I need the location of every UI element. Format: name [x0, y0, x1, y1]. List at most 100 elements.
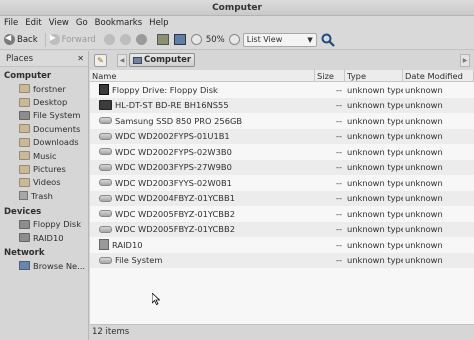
file-name-cell: RAID10: [90, 239, 315, 251]
file-type: unknown type: [347, 193, 403, 204]
file-name: Samsung SSD 850 PRO 256GB: [115, 115, 243, 126]
sidebar-item[interactable]: forstner: [0, 82, 88, 95]
file-type: unknown type: [347, 224, 403, 235]
file-name-cell: WDC WD2005FBYZ-01YCBB2: [90, 209, 315, 219]
file-type: unknown type: [347, 100, 403, 111]
path-scroll-right-icon[interactable]: ▶: [460, 53, 470, 67]
file-name: Floppy Drive: Floppy Disk: [112, 84, 218, 95]
sidebar-item-label: forstner: [33, 83, 66, 94]
file-row[interactable]: Floppy Drive: Floppy Disk -- unknown type u…: [90, 82, 474, 98]
zoom-out-icon[interactable]: [190, 34, 202, 45]
column-headers: Name Size Type Date Modified: [90, 70, 474, 82]
window-title: Computer: [0, 0, 474, 16]
column-size[interactable]: Size: [315, 70, 345, 81]
sidebar-item[interactable]: Desktop: [0, 95, 88, 108]
column-name[interactable]: Name: [90, 70, 315, 81]
file-date: unknown: [405, 84, 443, 95]
folder-icon: [19, 137, 30, 147]
sidebar-item[interactable]: Videos: [0, 176, 88, 189]
edit-location-button[interactable]: ✎: [94, 53, 107, 67]
column-date[interactable]: Date Modified: [403, 70, 474, 81]
file-name-cell: WDC WD2002FYPS-01U1B1: [90, 131, 315, 141]
sidebar-section-title: Network: [4, 248, 45, 259]
sidebar-item[interactable]: File System: [0, 109, 88, 122]
file-name: WDC WD2002FYPS-01U1B1: [115, 131, 230, 142]
menu-go[interactable]: Go: [76, 18, 88, 28]
file-type: unknown type: [347, 84, 403, 95]
folder-icon: [19, 124, 30, 134]
file-row[interactable]: WDC WD2003FYPS-27W9B0 -- unknown type unkno…: [90, 159, 474, 175]
menu-file[interactable]: File: [4, 18, 18, 28]
file-size: --: [336, 100, 342, 111]
up-arrow-icon[interactable]: [103, 34, 115, 45]
file-row[interactable]: Samsung SSD 850 PRO 256GB -- unknown type u…: [90, 113, 474, 129]
computer-icon[interactable]: [173, 34, 186, 45]
hdd-icon: [99, 117, 112, 125]
file-date: unknown: [405, 239, 443, 250]
file-row[interactable]: WDC WD2003FYYS-02W0B1 -- unknown type unkno…: [90, 175, 474, 191]
menu-help[interactable]: Help: [149, 18, 168, 28]
menu-bookmarks[interactable]: Bookmarks: [95, 18, 143, 28]
sidebar-item[interactable]: Floppy Disk: [0, 218, 88, 231]
sidebar-item[interactable]: Pictures: [0, 162, 88, 175]
file-date: unknown: [405, 131, 443, 142]
menu-edit[interactable]: Edit: [25, 18, 41, 28]
sidebar-item-label: File System: [33, 110, 81, 121]
raid-icon: [99, 239, 109, 251]
sidebar-item[interactable]: Documents: [0, 122, 88, 135]
file-size: --: [336, 177, 342, 188]
home-icon[interactable]: [156, 34, 169, 45]
mouse-cursor-icon: [152, 293, 160, 305]
drive-icon: [19, 233, 30, 243]
search-icon[interactable]: [321, 33, 335, 47]
sidebar-item[interactable]: Music: [0, 149, 88, 162]
file-type: unknown type: [347, 131, 403, 142]
sidebar-item[interactable]: RAID10: [0, 231, 88, 244]
stop-icon[interactable]: [119, 34, 131, 45]
file-size: --: [336, 146, 342, 157]
folder-icon: [19, 164, 30, 174]
forward-button[interactable]: ▶ Forward: [48, 32, 96, 48]
file-row[interactable]: WDC WD2002FYPS-01U1B1 -- unknown type unkno…: [90, 128, 474, 144]
file-name: RAID10: [112, 239, 143, 250]
file-row[interactable]: HL-DT-ST BD-RE BH16NS55 -- unknown type unk…: [90, 97, 474, 113]
breadcrumb[interactable]: Computer: [129, 53, 196, 67]
file-date: unknown: [405, 255, 443, 266]
file-date: unknown: [405, 115, 443, 126]
file-row[interactable]: RAID10 -- unknown type unknown: [90, 237, 474, 253]
menu-view[interactable]: View: [49, 18, 69, 28]
column-type[interactable]: Type: [345, 70, 403, 81]
optical-icon: [99, 100, 112, 111]
sidebar: Places ✕ Computer forstner Desktop File Sys…: [0, 51, 89, 340]
file-size: --: [336, 193, 342, 204]
file-type: unknown type: [347, 255, 403, 266]
file-row[interactable]: WDC WD2005FBYZ-01YCBB2 -- unknown type unkn…: [90, 206, 474, 222]
path-bar: ✎ ◀ Computer ▶: [90, 51, 474, 69]
hdd-icon: [99, 179, 112, 187]
path-scroll-left-icon[interactable]: ◀: [117, 53, 127, 67]
sidebar-item-label: Videos: [33, 177, 61, 188]
sidebar-item[interactable]: Downloads: [0, 136, 88, 149]
net-icon: [19, 261, 30, 271]
view-mode-select[interactable]: List View ▼: [242, 32, 317, 47]
drive-icon: [19, 219, 30, 229]
file-row[interactable]: File System -- unknown type unknown: [90, 252, 474, 268]
trash-icon: [19, 191, 28, 201]
sidebar-item[interactable]: Browse Ne...: [0, 259, 88, 272]
file-row[interactable]: WDC WD2005FBYZ-01YCBB2 -- unknown type unkn…: [90, 221, 474, 237]
zoom-level: 50%: [205, 34, 225, 45]
computer-icon: [133, 56, 142, 64]
close-icon[interactable]: ✕: [77, 54, 84, 63]
back-button[interactable]: ◀ Back: [4, 32, 38, 48]
file-type: unknown type: [347, 146, 403, 157]
sidebar-section-title: Devices: [4, 206, 42, 217]
file-size: --: [336, 255, 342, 266]
zoom-in-icon[interactable]: [228, 34, 240, 45]
reload-icon[interactable]: [135, 34, 147, 45]
sidebar-item[interactable]: Trash: [0, 189, 88, 202]
file-size: --: [336, 239, 342, 250]
file-row[interactable]: WDC WD2002FYPS-02W3B0 -- unknown type unkno…: [90, 144, 474, 160]
sidebar-item-label: Trash: [31, 190, 53, 201]
file-row[interactable]: WDC WD2004FBYZ-01YCBB1 -- unknown type unkn…: [90, 190, 474, 206]
file-name: HL-DT-ST BD-RE BH16NS55: [115, 100, 229, 111]
